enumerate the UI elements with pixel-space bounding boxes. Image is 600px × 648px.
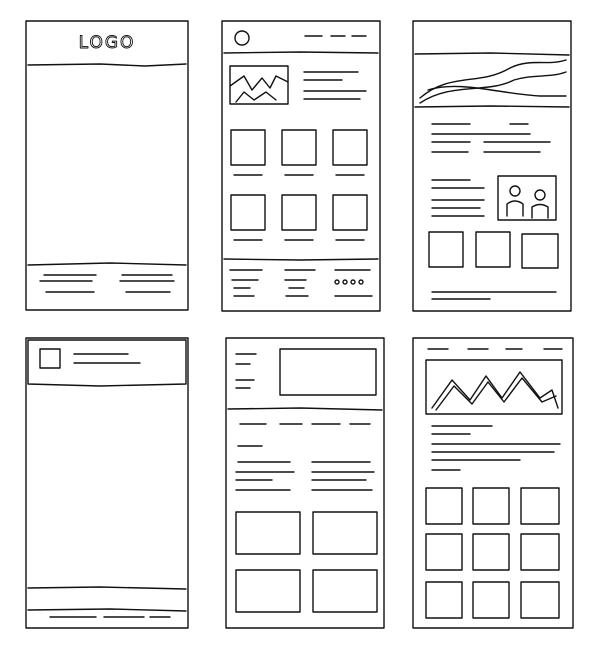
mountain-hero-image <box>425 359 563 415</box>
phone-frame <box>225 337 385 629</box>
footer-text-lines <box>39 274 175 293</box>
footer-divider <box>27 586 187 590</box>
hero-text-lines <box>431 425 561 471</box>
avatar-square <box>39 348 61 369</box>
header-text-lines <box>73 353 141 364</box>
phone-frame <box>221 20 381 312</box>
people-photo <box>497 175 557 221</box>
header-divider <box>27 63 187 67</box>
hero-text-lines <box>303 71 367 100</box>
footer-lines <box>431 291 557 300</box>
product-cards <box>230 129 368 231</box>
wireframe-2-product-grid <box>221 20 381 312</box>
header-divider <box>227 407 383 411</box>
logo-text: LOGO <box>79 33 136 53</box>
wireframe-4-profile-header <box>25 337 189 629</box>
wireframe-1-landing-logo: LOGO <box>25 20 189 311</box>
wireframe-sheet: LOGO <box>25 20 574 629</box>
gallery-grid <box>425 487 560 619</box>
banner-wave <box>419 59 567 104</box>
top-media-box <box>279 348 377 396</box>
footer-divider <box>27 262 187 266</box>
article-text-lines <box>431 123 551 217</box>
phone-frame <box>412 337 574 629</box>
wireframe-6-gallery <box>412 337 574 629</box>
footer-divider <box>223 258 379 261</box>
top-left-text-lines <box>235 353 257 389</box>
wireframe-3-article-banner <box>412 20 572 312</box>
thumbnail-cards <box>428 231 559 269</box>
banner-top-divider <box>414 52 570 56</box>
footer-divider-2 <box>27 608 187 612</box>
hero-image <box>229 65 289 105</box>
column-text-lines <box>235 445 375 491</box>
avatar-circle <box>234 30 250 46</box>
content-cards <box>235 511 378 613</box>
footer-columns <box>229 269 373 297</box>
wireframe-5-two-column <box>225 337 385 629</box>
banner-bottom-divider <box>414 105 570 108</box>
phone-frame <box>25 337 189 629</box>
header-divider <box>223 51 379 54</box>
